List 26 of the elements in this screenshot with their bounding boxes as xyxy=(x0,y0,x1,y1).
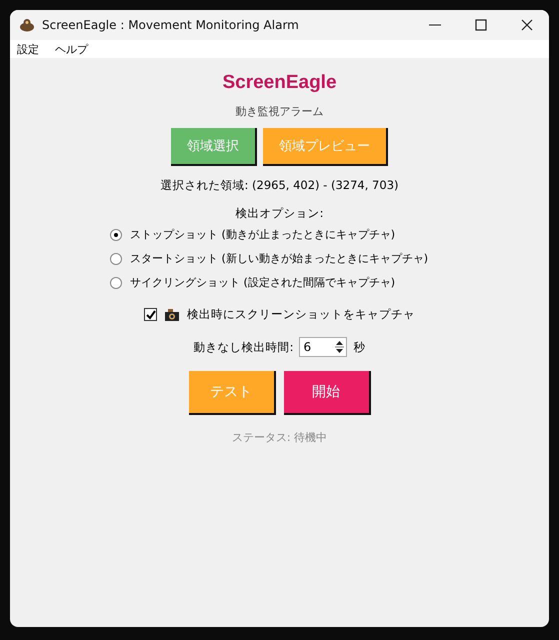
option-label: ストップショット (動きが止まったときにキャプチャ) xyxy=(130,227,396,242)
radio-button[interactable] xyxy=(110,276,122,288)
spin-arrows-icon[interactable] xyxy=(335,339,344,355)
action-button[interactable]: 開始 xyxy=(284,371,370,415)
maximize-icon[interactable] xyxy=(475,19,487,31)
window-title: ScreenEagle : Movement Monitoring Alarm xyxy=(42,18,299,32)
menu-item[interactable]: 設定 xyxy=(17,42,39,56)
app-title: ScreenEagle xyxy=(222,72,337,94)
idle-time-label: 動きなし検出時間: xyxy=(194,340,294,354)
radio-button[interactable] xyxy=(110,252,122,264)
close-icon[interactable] xyxy=(521,19,533,31)
checkbox-label: 検出時にスクリーンショットをキャプチャ xyxy=(187,307,415,322)
checkbox[interactable] xyxy=(144,308,157,321)
menu-item[interactable]: ヘルプ xyxy=(55,42,88,56)
idle-time-spinbox[interactable]: 6 xyxy=(299,337,348,357)
region-button[interactable]: 領域選択 xyxy=(171,128,257,166)
status-text: ステータス: 待機中 xyxy=(232,430,328,445)
eagle-icon xyxy=(19,18,35,32)
unit-label: 秒 xyxy=(353,340,366,354)
camera-icon xyxy=(164,308,180,322)
options-label: 検出オプション: xyxy=(236,206,324,221)
option-label: サイクリングショット (設定された間隔でキャプチャ) xyxy=(130,275,396,290)
subtitle: 動き監視アラーム xyxy=(236,104,324,119)
selected-region-text: 選択された領域: (2965, 402) - (3274, 703) xyxy=(160,178,398,193)
radio-button[interactable] xyxy=(110,228,122,240)
option-label: スタートショット (新しい動きが始まったときにキャプチャ) xyxy=(130,251,428,266)
